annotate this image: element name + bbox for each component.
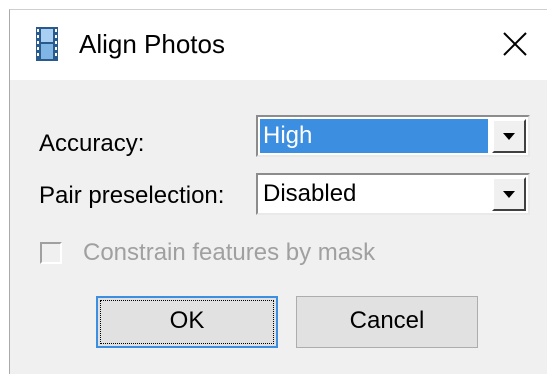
cancel-button[interactable]: Cancel (296, 296, 478, 348)
title-bar: Align Photos (10, 10, 547, 80)
pair-preselection-dropdown-button[interactable] (492, 177, 526, 211)
ok-button-label: OK (100, 300, 274, 344)
accuracy-select[interactable]: High (256, 115, 530, 157)
ok-button[interactable]: OK (96, 296, 278, 348)
pair-preselection-value: Disabled (263, 180, 357, 207)
film-strip-icon (36, 27, 58, 61)
accuracy-value: High (260, 119, 488, 153)
close-icon (503, 32, 527, 56)
chevron-down-icon (503, 133, 515, 140)
close-button[interactable] (495, 24, 535, 64)
constrain-by-mask-checkbox[interactable] (40, 242, 62, 264)
pair-preselection-label: Pair preselection: (39, 182, 225, 209)
accuracy-dropdown-button[interactable] (492, 119, 526, 153)
align-photos-dialog: Align Photos Accuracy: High Pair presele… (9, 9, 547, 374)
pair-preselection-select[interactable]: Disabled (256, 173, 530, 215)
accuracy-label: Accuracy: (39, 130, 145, 157)
constrain-by-mask-label: Constrain features by mask (83, 239, 376, 266)
chevron-down-icon (503, 191, 515, 198)
dialog-title: Align Photos (79, 29, 225, 59)
